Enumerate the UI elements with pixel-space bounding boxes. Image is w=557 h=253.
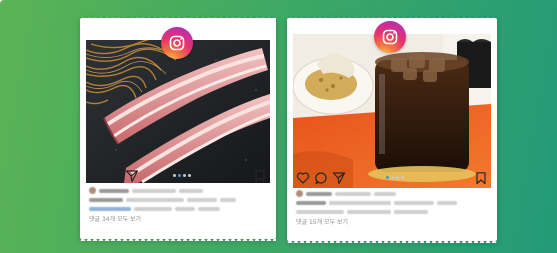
promo-panel: 댓글 34개 모두 보기 댓글 15개 모두 보기 — [0, 0, 557, 253]
blurred-text — [296, 189, 486, 198]
post-caption: 댓글 34개 모두 보기 — [89, 186, 265, 224]
view-comments-link[interactable]: 댓글 34개 모두 보기 — [89, 215, 265, 224]
instagram-post-card-1[interactable]: 댓글 34개 모두 보기 — [80, 16, 276, 241]
instagram-badge — [374, 21, 406, 53]
carousel-indicator — [386, 176, 404, 179]
comment-icon[interactable] — [314, 171, 328, 185]
torn-edge-bottom — [287, 239, 497, 243]
carousel-dot — [391, 176, 394, 179]
instagram-icon — [169, 35, 185, 51]
blurred-text — [89, 195, 265, 204]
post-caption: 댓글 15개 모두 보기 — [296, 189, 486, 227]
bookmark-icon[interactable] — [474, 171, 488, 185]
instagram-icon — [382, 29, 398, 45]
post-actions — [89, 169, 267, 183]
carousel-dot — [183, 174, 186, 177]
carousel-indicator — [173, 174, 191, 177]
torn-edge-top — [287, 16, 497, 20]
avatar — [296, 190, 303, 197]
carousel-dot — [401, 176, 404, 179]
carousel-dot — [396, 176, 399, 179]
carousel-dot-active — [386, 176, 389, 179]
torn-edge-top — [80, 16, 276, 20]
blurred-text — [296, 198, 486, 207]
send-icon[interactable] — [332, 171, 346, 185]
comment-icon[interactable] — [107, 169, 121, 183]
send-icon[interactable] — [125, 169, 139, 183]
view-comments-link[interactable]: 댓글 15개 모두 보기 — [296, 218, 486, 227]
instagram-post-card-2[interactable]: 댓글 15개 모두 보기 — [287, 16, 497, 243]
blurred-text — [89, 186, 265, 195]
post-actions — [296, 171, 488, 185]
blurred-text — [89, 204, 265, 213]
torn-edge-bottom — [80, 237, 276, 241]
carousel-dot — [173, 174, 176, 177]
post-photo-iced-coffee — [293, 34, 491, 188]
post-photo-pork-belly — [86, 40, 270, 183]
blurred-text — [296, 207, 486, 216]
carousel-dot — [188, 174, 191, 177]
heart-icon[interactable] — [296, 171, 310, 185]
bookmark-icon[interactable] — [253, 169, 267, 183]
carousel-dot-active — [178, 174, 181, 177]
avatar — [89, 187, 96, 194]
heart-icon[interactable] — [89, 169, 103, 183]
instagram-badge — [161, 27, 193, 59]
